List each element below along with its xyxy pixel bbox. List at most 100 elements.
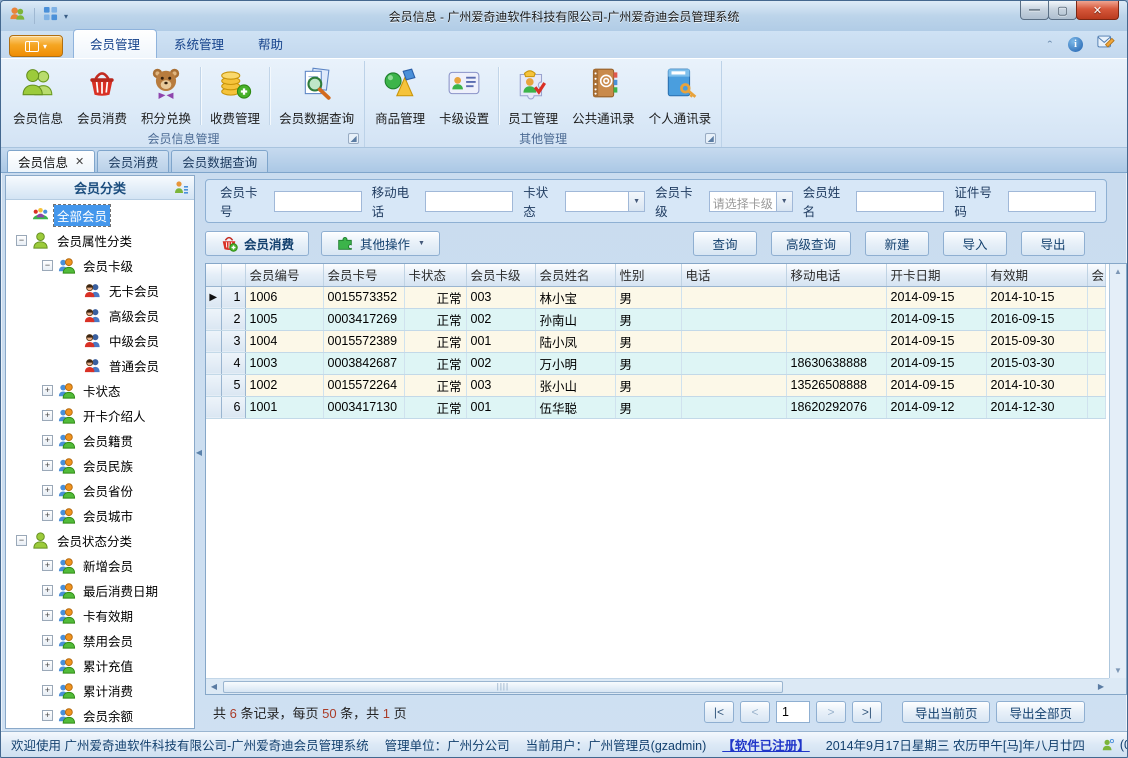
- table-cell[interactable]: [786, 330, 887, 353]
- tree-node[interactable]: + 开卡介绍人: [6, 403, 194, 428]
- table-cell[interactable]: 0015572264: [323, 374, 405, 397]
- dialog-launcher-icon[interactable]: ◢: [348, 133, 360, 144]
- tree-node[interactable]: 全部会员: [6, 203, 194, 228]
- row-selector-cell[interactable]: [206, 308, 222, 331]
- table-cell[interactable]: 正常: [404, 330, 467, 353]
- first-page-button[interactable]: |<: [703, 701, 734, 723]
- column-header[interactable]: 会员姓名: [535, 264, 616, 287]
- filter-combobox[interactable]: ▼: [565, 190, 646, 212]
- row-selector-cell[interactable]: ▶: [206, 286, 222, 309]
- table-cell[interactable]: 伍华聪: [535, 396, 616, 419]
- table-cell[interactable]: 男: [615, 396, 682, 419]
- column-header[interactable]: 开卡日期: [886, 264, 987, 287]
- tree-expander-icon[interactable]: +: [42, 635, 53, 646]
- table-cell[interactable]: 001: [466, 396, 536, 419]
- ribbon-button[interactable]: 会员消费: [70, 63, 134, 129]
- tree-expander-icon[interactable]: +: [42, 685, 53, 696]
- table-cell[interactable]: 男: [615, 330, 682, 353]
- tree-expander-icon[interactable]: +: [42, 585, 53, 596]
- close-button[interactable]: ✕: [1076, 1, 1119, 20]
- ribbon-button[interactable]: 卡级设置: [432, 63, 496, 129]
- table-row[interactable]: ▶ 1 1006 0015573352 正常 003 林小宝男 2014-09-15 2014-…: [206, 286, 1106, 309]
- tree-node[interactable]: + 会员余额: [6, 703, 194, 728]
- vertical-scrollbar[interactable]: ▲ ▼: [1109, 264, 1126, 678]
- tree-expander-icon[interactable]: −: [42, 260, 53, 271]
- column-header[interactable]: 性别: [615, 264, 682, 287]
- last-page-button[interactable]: >|: [851, 701, 882, 723]
- export-current-page-button[interactable]: 导出当前页: [901, 701, 991, 723]
- table-cell[interactable]: 0015573352: [323, 286, 405, 309]
- table-cell[interactable]: 2014-09-12: [886, 396, 987, 419]
- table-cell[interactable]: [681, 286, 787, 309]
- table-cell[interactable]: [681, 308, 787, 331]
- ribbon-button[interactable]: 公共通讯录: [565, 63, 642, 129]
- chevron-down-icon[interactable]: ▼: [775, 191, 792, 211]
- table-cell[interactable]: [681, 352, 787, 375]
- table-cell[interactable]: 2016-09-15: [986, 308, 1088, 331]
- table-cell[interactable]: 0015572389: [323, 330, 405, 353]
- row-selector-cell[interactable]: [206, 330, 222, 353]
- filter-input[interactable]: [856, 190, 945, 212]
- scroll-left-icon[interactable]: ◀: [206, 679, 222, 694]
- filter-input[interactable]: [1008, 190, 1097, 212]
- tree-expander-icon[interactable]: −: [16, 535, 27, 546]
- table-cell[interactable]: 003: [466, 286, 536, 309]
- table-cell[interactable]: [681, 374, 787, 397]
- row-selector-cell[interactable]: [206, 374, 222, 397]
- table-cell[interactable]: [1087, 330, 1106, 353]
- table-row[interactable]: 2 1005 0003417269 正常 002 孙南山男 2014-09-15 2016-0…: [206, 308, 1106, 331]
- app-menu-button[interactable]: ▾: [9, 35, 63, 57]
- table-cell[interactable]: 男: [615, 352, 682, 375]
- prev-page-button[interactable]: <: [739, 701, 770, 723]
- document-tab-3[interactable]: 会员数据查询: [171, 150, 269, 172]
- table-cell[interactable]: 2015-09-30: [986, 330, 1088, 353]
- toolbar-button[interactable]: 导出: [1021, 230, 1085, 256]
- category-settings-icon[interactable]: [173, 180, 189, 196]
- ribbon-button[interactable]: 商品管理: [368, 63, 432, 129]
- quick-access-icon[interactable]: [43, 6, 58, 26]
- table-cell[interactable]: 张小山: [535, 374, 616, 397]
- table-row[interactable]: 6 1001 0003417130 正常 001 伍华聪男 18620292076 2014-…: [206, 396, 1106, 419]
- column-header[interactable]: 卡状态: [404, 264, 467, 287]
- table-cell[interactable]: 1003: [245, 352, 324, 375]
- tree-node[interactable]: + 最后消费日期: [6, 578, 194, 603]
- table-cell[interactable]: 1001: [245, 396, 324, 419]
- column-header[interactable]: 有效期: [986, 264, 1088, 287]
- ribbon-button[interactable]: 会员数据查询: [272, 63, 361, 129]
- table-cell[interactable]: 男: [615, 308, 682, 331]
- tree-expander-icon[interactable]: +: [42, 410, 53, 421]
- table-cell[interactable]: 正常: [404, 374, 467, 397]
- table-cell[interactable]: 2015-03-30: [986, 352, 1088, 375]
- toolbar-button[interactable]: 导入: [943, 230, 1007, 256]
- table-cell[interactable]: 1002: [245, 374, 324, 397]
- table-cell[interactable]: 男: [615, 286, 682, 309]
- tree-expander-icon[interactable]: +: [42, 710, 53, 721]
- row-selector-cell[interactable]: [206, 352, 222, 375]
- table-cell[interactable]: 正常: [404, 308, 467, 331]
- maximize-button[interactable]: ▢: [1048, 1, 1077, 20]
- column-header[interactable]: 会员卡级: [466, 264, 536, 287]
- tree-expander-icon[interactable]: +: [42, 560, 53, 571]
- page-number-input[interactable]: 1: [775, 701, 810, 723]
- column-header[interactable]: 会员卡号: [323, 264, 405, 287]
- table-cell[interactable]: [786, 286, 887, 309]
- table-cell[interactable]: 2014-10-30: [986, 374, 1088, 397]
- next-page-button[interactable]: >: [815, 701, 846, 723]
- filter-input[interactable]: [273, 190, 362, 212]
- table-cell[interactable]: 2014-09-15: [886, 286, 987, 309]
- tree-node[interactable]: + 会员籍贯: [6, 428, 194, 453]
- document-tab-1[interactable]: 会员信息 ✕: [7, 150, 96, 172]
- document-tab-2[interactable]: 会员消费: [97, 150, 170, 172]
- table-cell[interactable]: 002: [466, 352, 536, 375]
- collapse-ribbon-icon[interactable]: ⌃: [1046, 40, 1054, 49]
- table-cell[interactable]: 林小宝: [535, 286, 616, 309]
- tree-node[interactable]: + 卡有效期: [6, 603, 194, 628]
- table-cell[interactable]: 18620292076: [786, 396, 887, 419]
- ribbon-button[interactable]: 个人通讯录: [642, 63, 719, 129]
- table-cell[interactable]: [1087, 352, 1106, 375]
- tree-node[interactable]: + 卡状态: [6, 378, 194, 403]
- table-cell[interactable]: [1087, 286, 1106, 309]
- tree-node[interactable]: + 会员省份: [6, 478, 194, 503]
- minimize-button[interactable]: —: [1020, 1, 1049, 20]
- table-cell[interactable]: 2014-09-15: [886, 330, 987, 353]
